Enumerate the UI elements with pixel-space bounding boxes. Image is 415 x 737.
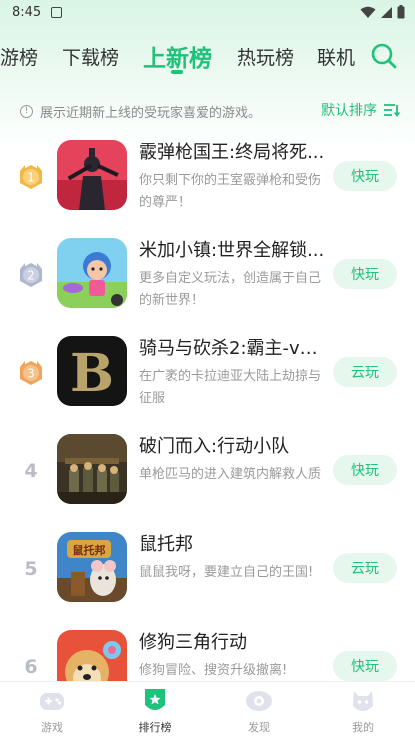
bottom-nav: 游戏 排行榜 发现 我的	[0, 681, 415, 737]
status-icons	[360, 5, 405, 19]
game-description: 更多自定义玩法，创造属于自己的新世界！	[139, 271, 322, 308]
sort-label: 默认排序	[321, 103, 377, 119]
rank-tabs: 游榜 下载榜 上新榜 热玩榜 联机	[0, 36, 415, 76]
gamepad-icon	[40, 693, 64, 710]
signal-icon	[381, 6, 392, 18]
rank-number: 5	[24, 558, 38, 580]
battery-icon	[397, 5, 405, 19]
tab-new-rank[interactable]: 上新榜	[143, 39, 212, 73]
info-icon: !	[20, 104, 33, 118]
tab-multiplayer[interactable]: 联机	[317, 43, 355, 70]
sort-button[interactable]: 默认排序	[321, 100, 400, 120]
game-description: 你只剩下你的王室霰弹枪和受伤的尊严！	[139, 173, 322, 210]
rank-number: 3	[27, 367, 35, 381]
nav-discover[interactable]: 发现	[219, 686, 299, 736]
game-logo-text: 鼠托邦	[73, 543, 106, 557]
nav-label: 排行榜	[138, 721, 172, 734]
nav-ranking[interactable]: 排行榜	[115, 686, 195, 736]
game-title[interactable]: 骑马与砍杀2:霸主-v1....	[139, 334, 329, 360]
wifi-icon	[360, 6, 376, 18]
rank-number: 6	[24, 656, 38, 678]
nav-label: 我的	[352, 721, 374, 734]
game-title[interactable]: 修狗三角行动	[139, 628, 329, 654]
profile-icon	[353, 691, 373, 711]
quick-play-button[interactable]: 快玩	[333, 455, 397, 485]
sort-icon	[384, 104, 400, 117]
list-item[interactable]: 3 B 骑马与砍杀2:霸主-v1.... 在广袤的卡拉迪亚大陆上劫掠与征服 云玩	[0, 324, 415, 422]
tab-indicator	[171, 70, 183, 74]
list-item[interactable]: 5 鼠托邦 鼠托邦 鼠鼠我呀，要建立自己的王国! 云玩	[0, 520, 415, 618]
game-description: 修狗冒险、搜资升级撤离!	[139, 663, 288, 678]
ranking-badge-icon	[145, 689, 165, 710]
game-thumbnail[interactable]: B	[57, 336, 127, 406]
game-title[interactable]: 霰弹枪国王:终局将死...	[139, 138, 329, 164]
gold-medal-icon: 1	[14, 160, 48, 194]
tab-game-rank[interactable]: 游榜	[0, 43, 38, 70]
bronze-medal-icon: 3	[14, 356, 48, 390]
rank-number: 1	[27, 171, 35, 185]
nav-games[interactable]: 游戏	[12, 686, 92, 736]
status-time: 8:45	[12, 4, 42, 20]
game-thumbnail[interactable]	[57, 434, 127, 504]
rank-number: 2	[27, 269, 35, 283]
quick-play-button[interactable]: 快玩	[333, 651, 397, 681]
tab-hot-rank[interactable]: 热玩榜	[237, 43, 294, 70]
list-item[interactable]: 2 米加小镇:世界全解锁... 更多自定义玩法，创造属于自己的新世界！ 快玩	[0, 226, 415, 324]
cloud-play-button[interactable]: 云玩	[333, 357, 397, 387]
info-row: ! 展示近期新上线的受玩家喜爱的游戏。 默认排序	[20, 100, 400, 122]
eye-icon	[246, 691, 272, 711]
game-thumbnail[interactable]: 鼠托邦	[57, 532, 127, 602]
game-description: 单枪匹马的进入建筑内解救人质	[139, 467, 322, 482]
status-bar: 8:45	[0, 0, 415, 24]
nav-label: 发现	[248, 721, 270, 734]
quick-play-button[interactable]: 快玩	[333, 259, 397, 289]
game-title[interactable]: 破门而入:行动小队	[139, 432, 329, 458]
game-title[interactable]: 鼠托邦	[139, 530, 329, 556]
game-title[interactable]: 米加小镇:世界全解锁...	[139, 236, 329, 262]
list-item[interactable]: 4 破门而入:行动小队 单枪匹马的进入建筑内解救人质 快玩	[0, 422, 415, 520]
list-item[interactable]: 1 霰弹枪国王:终局将死... 你只剩下你的王室霰弹枪和受伤的尊严！ 快玩	[0, 128, 415, 226]
game-thumbnail[interactable]	[57, 140, 127, 210]
cloud-play-button[interactable]: 云玩	[333, 553, 397, 583]
game-description: 鼠鼠我呀，要建立自己的王国!	[139, 565, 314, 580]
nav-label: 游戏	[41, 721, 63, 734]
rank-number: 4	[24, 460, 38, 482]
game-description: 在广袤的卡拉迪亚大陆上劫掠与征服	[139, 369, 322, 406]
nav-profile[interactable]: 我的	[323, 686, 403, 736]
info-text: 展示近期新上线的受玩家喜爱的游戏。	[40, 105, 262, 121]
game-thumbnail[interactable]	[57, 238, 127, 308]
silver-medal-icon: 2	[14, 258, 48, 292]
tab-download-rank[interactable]: 下载榜	[62, 43, 119, 70]
notification-icon	[51, 6, 63, 18]
search-icon[interactable]	[370, 42, 398, 70]
game-logo-letter: B	[70, 343, 114, 404]
quick-play-button[interactable]: 快玩	[333, 161, 397, 191]
